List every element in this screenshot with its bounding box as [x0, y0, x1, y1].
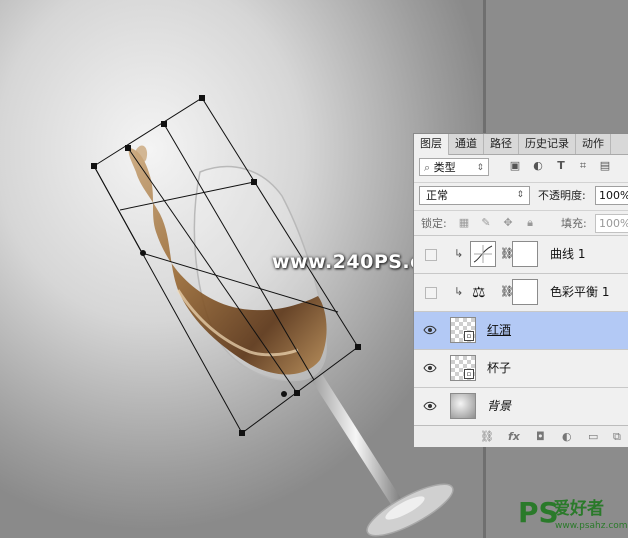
blend-mode-select[interactable]: 正常 ⇕ [419, 186, 530, 205]
lock-row: 锁定: ▦ ✎ ✥ 🔒︎ 填充: 100% [414, 210, 628, 237]
chevron-updown-icon: ⇕ [476, 163, 484, 173]
layer-row-glass[interactable]: ▫ 杯子 [414, 349, 628, 387]
add-mask-icon[interactable]: ◘ [536, 430, 545, 443]
tab-channels[interactable]: 通道 [449, 134, 484, 154]
color-balance-icon: ⚖ [472, 283, 486, 301]
visibility-toggle[interactable] [425, 249, 437, 261]
lock-all-icon[interactable]: 🔒︎ [524, 217, 536, 229]
blend-row: 正常 ⇕ 不透明度: 100% [414, 182, 628, 209]
site-logo-cn: 爱好者 [553, 499, 604, 519]
site-logo-url: www.psahz.com [555, 521, 628, 531]
eye-icon[interactable] [423, 400, 437, 412]
layer-name: 背景 [487, 399, 512, 413]
type-filter-icon[interactable]: T [555, 160, 567, 172]
smart-object-badge-icon: ▫ [464, 369, 474, 379]
fx-icon[interactable]: fx [508, 430, 520, 443]
layer-name: 杯子 [487, 361, 512, 375]
layer-name: 色彩平衡 1 [550, 285, 610, 299]
tab-paths[interactable]: 路径 [484, 134, 519, 154]
opacity-input[interactable]: 100% [595, 186, 628, 205]
wine-drop [135, 145, 148, 164]
eye-icon[interactable] [423, 362, 437, 374]
visibility-toggle[interactable] [425, 287, 437, 299]
tab-layers[interactable]: 图层 [414, 134, 449, 155]
layer-name: 曲线 1 [550, 247, 586, 261]
panel-tabs: 图层 通道 路径 历史记录 动作 [414, 134, 628, 155]
chevron-updown-icon: ⇕ [516, 190, 524, 200]
lock-brush-icon[interactable]: ✎ [480, 217, 492, 229]
new-layer-icon[interactable]: ⧉ [613, 430, 621, 443]
layer-mask-thumb[interactable] [512, 241, 538, 267]
lock-transparent-icon[interactable]: ▦ [458, 217, 470, 229]
clip-arrow-icon: ↳ [454, 285, 464, 298]
filter-row: ⌕ 类型 ⇕ ▣ ◐ T ⌗ ▤ [414, 155, 628, 180]
layer-thumbnail [450, 393, 476, 419]
layer-thumbnail: ▫ [450, 317, 476, 343]
clip-arrow-icon: ↳ [454, 247, 464, 260]
panel-bottom-bar: ⛓ fx ◘ ◐ ▭ ⧉ [414, 425, 628, 447]
blend-mode-value: 正常 [426, 189, 448, 202]
curves-icon [470, 241, 496, 267]
new-adjustment-icon[interactable]: ◐ [562, 430, 572, 443]
layer-row-color-balance[interactable]: ↳ ⚖ ⛓ 色彩平衡 1 [414, 273, 628, 311]
tab-history[interactable]: 历史记录 [519, 134, 576, 154]
smart-object-filter-icon[interactable]: ▤ [599, 160, 611, 172]
smart-object-badge-icon: ▫ [464, 331, 474, 341]
adjustment-filter-icon[interactable]: ◐ [532, 160, 544, 172]
lock-position-icon[interactable]: ✥ [502, 217, 514, 229]
layer-filter-select[interactable]: ⌕ 类型 ⇕ [419, 158, 489, 176]
layers-panel: 图层 通道 路径 历史记录 动作 ⌕ 类型 ⇕ ▣ ◐ T ⌗ ▤ 正常 ⇕ 不透… [413, 133, 628, 447]
search-icon: ⌕ [424, 161, 434, 174]
layer-row-curves[interactable]: ↳ ⛓ 曲线 1 [414, 235, 628, 273]
layer-thumbnail: ▫ [450, 355, 476, 381]
lock-label: 锁定: [421, 217, 447, 230]
filter-type-label: 类型 [433, 161, 456, 174]
layer-mask-thumb[interactable] [512, 279, 538, 305]
opacity-label: 不透明度: [538, 189, 586, 202]
glass-stem [310, 374, 402, 506]
layer-name[interactable]: 红酒 [487, 322, 511, 338]
link-layers-icon[interactable]: ⛓ [480, 430, 494, 443]
eye-icon[interactable] [423, 324, 437, 336]
fill-label: 填充: [561, 217, 587, 230]
tab-actions[interactable]: 动作 [576, 134, 611, 154]
image-filter-icon[interactable]: ▣ [509, 160, 521, 172]
layer-row-background[interactable]: 背景 [414, 387, 628, 425]
fill-input[interactable]: 100% [595, 214, 628, 233]
shape-filter-icon[interactable]: ⌗ [577, 160, 589, 172]
layer-row-wine[interactable]: ▫ 红酒 [414, 311, 628, 349]
new-group-icon[interactable]: ▭ [588, 430, 598, 443]
